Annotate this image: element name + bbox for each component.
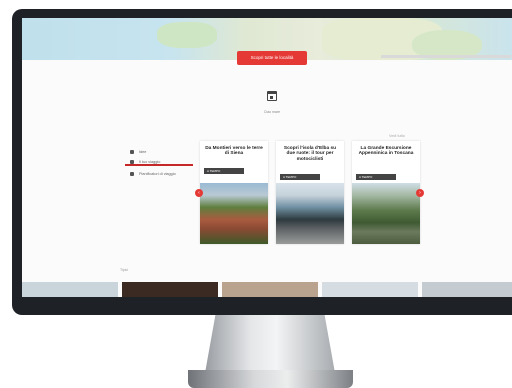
briefcase-icon bbox=[130, 172, 134, 176]
carousel-prev-button[interactable]: ‹ bbox=[195, 189, 203, 197]
card-tag: A TEMPO bbox=[280, 174, 320, 180]
section-label: Tipici bbox=[120, 268, 129, 272]
thumbnail[interactable] bbox=[222, 282, 318, 297]
itinerary-card[interactable]: Da Montieri verso le terre di Siena A TE… bbox=[200, 141, 268, 244]
card-tag: A TEMPO bbox=[204, 168, 244, 174]
pin-icon bbox=[130, 150, 134, 154]
nav-item-trip-planners[interactable]: Pianificatori di viaggio bbox=[130, 171, 176, 177]
thumbnail[interactable] bbox=[422, 282, 512, 297]
calendar-icon bbox=[267, 91, 277, 101]
monitor-stand bbox=[205, 315, 335, 373]
itinerary-card[interactable]: Scopri l'isola d'Elba su due ruote: il t… bbox=[276, 141, 344, 244]
itinerary-card[interactable]: La Grande Escursione Appenninica in Tosc… bbox=[352, 141, 420, 244]
card-title: La Grande Escursione Appenninica in Tosc… bbox=[358, 146, 414, 157]
map-island bbox=[157, 22, 217, 48]
thumbnail[interactable] bbox=[22, 282, 118, 297]
card-photo bbox=[276, 183, 344, 244]
card-photo bbox=[352, 183, 420, 244]
see-all-link[interactable]: Vedi tutto bbox=[389, 134, 405, 138]
discover-locations-button[interactable]: Scopri tutte le località bbox=[237, 51, 307, 65]
card-tag: A TEMPO bbox=[356, 174, 396, 180]
thumbnail[interactable] bbox=[122, 282, 218, 297]
map-attribution bbox=[381, 55, 511, 58]
website-screen: Scopri tutte le località Ciao mare Idee … bbox=[22, 18, 512, 297]
monitor-base bbox=[188, 370, 353, 388]
carousel-next-button[interactable]: › bbox=[416, 189, 424, 197]
thumbnail[interactable] bbox=[322, 282, 418, 297]
card-title: Scopri l'isola d'Elba su due ruote: il t… bbox=[283, 146, 337, 162]
nav-item-ideas[interactable]: Idee bbox=[130, 149, 146, 155]
calendar-label: Ciao mare bbox=[263, 110, 281, 114]
card-title: Da Montieri verso le terre di Siena bbox=[205, 146, 263, 157]
active-nav-indicator bbox=[125, 164, 193, 166]
card-photo bbox=[200, 183, 268, 244]
